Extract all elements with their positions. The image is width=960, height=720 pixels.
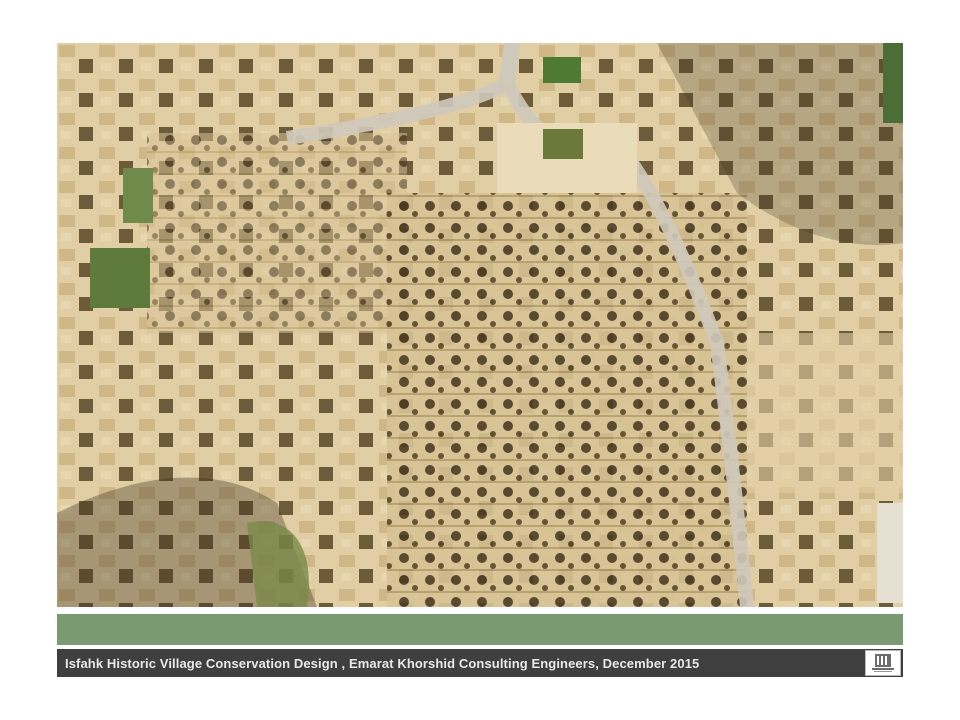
aerial-village-photo bbox=[57, 43, 903, 607]
building-logo-icon bbox=[865, 650, 901, 676]
slide-caption: Isfahk Historic Village Conservation Des… bbox=[65, 655, 700, 671]
footer-bar: Isfahk Historic Village Conservation Des… bbox=[57, 649, 903, 677]
accent-band bbox=[57, 614, 903, 645]
